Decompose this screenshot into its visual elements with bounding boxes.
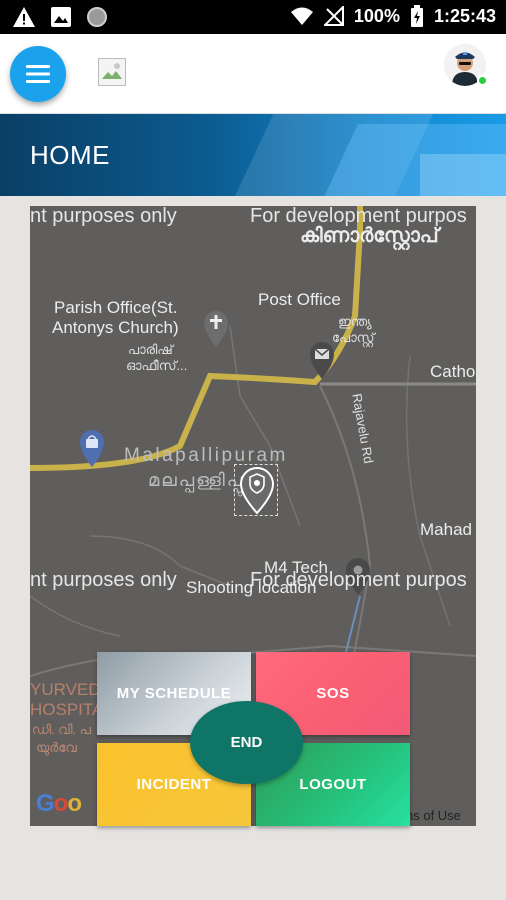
church-pin-icon xyxy=(204,311,228,347)
place-label: Shooting location xyxy=(186,578,317,597)
watermark-text: For development purpos xyxy=(250,206,467,227)
online-status-dot xyxy=(477,75,488,86)
place-label: Mahad xyxy=(420,520,472,539)
watermark-text: nt purposes only xyxy=(30,206,177,227)
place-label: ഓഫീസ്... xyxy=(126,358,188,373)
place-label: ഡി. വി. പ xyxy=(32,722,91,737)
battery-charging-icon xyxy=(410,5,423,27)
place-label: Antonys Church) xyxy=(52,318,179,337)
watermark-text: nt purposes only xyxy=(30,569,177,591)
header-banner: HOME xyxy=(0,114,506,196)
google-logo: Goo xyxy=(36,790,82,817)
post-office-pin-icon xyxy=(310,342,334,379)
circle-icon xyxy=(87,7,107,27)
place-label: Post Office xyxy=(258,290,341,309)
place-label: HOSPITA xyxy=(30,700,104,719)
shopping-pin-icon xyxy=(80,430,104,467)
clock: 1:25:43 xyxy=(433,5,496,26)
app-bar xyxy=(0,34,506,114)
location-pin-icon xyxy=(239,467,275,515)
warning-icon xyxy=(13,7,35,27)
wifi-icon xyxy=(290,7,313,25)
status-bar: 100% 1:25:43 xyxy=(0,0,506,34)
end-button[interactable]: END xyxy=(190,701,303,784)
place-label: കിണാർസ്റ്റോപ് xyxy=(300,225,439,247)
terms-of-use-link[interactable]: ns of Use xyxy=(406,808,461,823)
page-title: HOME xyxy=(30,140,110,170)
place-label: Catho xyxy=(430,362,476,381)
hamburger-menu-icon xyxy=(26,65,50,83)
current-location-marker[interactable] xyxy=(234,464,278,516)
place-label: യുർവേ xyxy=(36,740,77,755)
place-label: Malapallipuram xyxy=(124,445,288,466)
broken-image-icon xyxy=(98,58,126,86)
place-label: Parish Office(St. xyxy=(54,298,178,317)
place-label: YURVED xyxy=(30,680,101,699)
no-signal-icon xyxy=(323,6,344,26)
menu-button[interactable] xyxy=(10,46,66,102)
image-icon xyxy=(51,7,71,27)
place-label: പോസ്റ്റ് xyxy=(332,330,375,345)
battery-percent: 100% xyxy=(353,5,400,26)
